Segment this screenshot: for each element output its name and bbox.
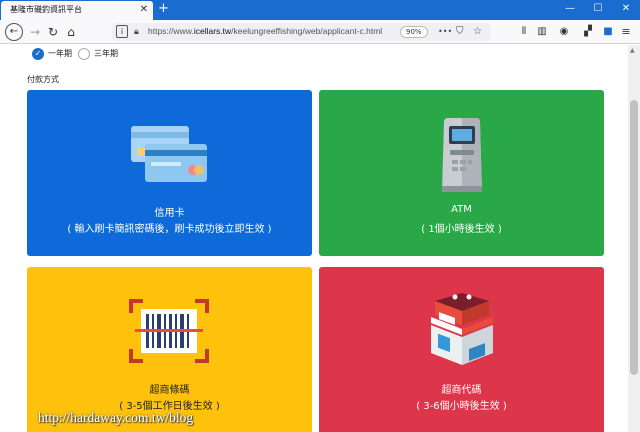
pocket-icon[interactable]: ⛉	[456, 25, 464, 39]
browser-tab[interactable]: 基隆市磯釣資訊平台 ✕	[1, 1, 153, 20]
payment-section-label: 付款方式	[27, 75, 59, 84]
barcode-scan-icon	[129, 299, 209, 363]
page-info-icon[interactable]: i	[116, 25, 128, 38]
close-window-button[interactable]: ✕	[612, 2, 640, 16]
new-tab-button[interactable]: +	[158, 1, 169, 17]
home-icon[interactable]: ⌂	[63, 24, 79, 40]
payment-card-credit[interactable]: 信用卡 ( 輸入刷卡簡訊密碼後，刷卡成功後立即生效 )	[27, 90, 312, 256]
lock-icon[interactable]: 🔒︎	[134, 26, 139, 38]
payment-card-subtitle: ( 1個小時後生效 )	[421, 224, 502, 235]
menu-icon[interactable]: ≡	[618, 24, 634, 40]
extensions-icon[interactable]: ▞	[580, 24, 596, 40]
url-text[interactable]: https://www.icellars.tw/keelungreeffishi…	[148, 26, 382, 36]
page-content: ✓ 一年期 三年期 付款方式 信用卡 ( 輸入刷卡簡訊密碼後，刷卡成功後立即生效…	[0, 45, 628, 432]
credit-card-icon	[131, 126, 207, 182]
maximize-button[interactable]: ☐	[584, 2, 612, 16]
payment-card-barcode[interactable]: 超商條碼 ( 3-5個工作日後生效 )	[27, 267, 312, 432]
bookmark-star-icon[interactable]: ☆	[473, 25, 482, 39]
tab-title: 基隆市磯釣資訊平台	[10, 5, 82, 14]
payment-card-subtitle: ( 輸入刷卡簡訊密碼後，刷卡成功後立即生效 )	[67, 224, 272, 235]
page-scrollbar[interactable]: ▲	[628, 45, 640, 432]
sidebar-icon[interactable]: ▥	[534, 24, 550, 40]
radio-label-three-year[interactable]: 三年期	[94, 48, 118, 60]
payment-card-subtitle: ( 3-6個小時後生效 )	[416, 401, 507, 412]
scrollbar-thumb[interactable]	[630, 100, 638, 375]
payment-card-atm[interactable]: ATM ( 1個小時後生效 )	[319, 90, 604, 256]
tab-close-icon[interactable]: ✕	[140, 3, 148, 17]
browser-titlebar: 基隆市磯釣資訊平台 ✕ + — ☐ ✕	[0, 0, 640, 20]
payment-card-title: 超商代碼	[441, 385, 482, 396]
extension-icon[interactable]: ■	[600, 24, 616, 40]
payment-card-title: 超商條碼	[149, 385, 190, 396]
radio-three-year[interactable]	[78, 48, 90, 60]
page-actions-icon[interactable]: •••	[438, 25, 452, 39]
payment-card-title: ATM	[451, 204, 472, 215]
radio-one-year[interactable]: ✓	[32, 48, 44, 60]
watermark-url: http://hardaway.com.tw/blog	[38, 410, 194, 425]
payment-card-title: 信用卡	[154, 208, 185, 219]
browser-toolbar: ← → ↻ ⌂ i 🔒︎ https://www.icellars.tw/kee…	[0, 20, 640, 44]
radio-label-one-year[interactable]: 一年期	[48, 48, 72, 60]
minimize-button[interactable]: —	[556, 2, 584, 16]
reload-button[interactable]: ↻	[45, 24, 61, 40]
back-button[interactable]: ←	[5, 23, 23, 41]
shop-icon	[431, 293, 493, 365]
address-bar[interactable]: i 🔒︎ https://www.icellars.tw/keelungreef…	[112, 23, 490, 41]
payment-card-store-code[interactable]: 超商代碼 ( 3-6個小時後生效 )	[319, 267, 604, 432]
atm-icon	[442, 118, 482, 192]
account-icon[interactable]: ◉	[556, 24, 572, 40]
zoom-level-badge[interactable]: 90%	[400, 26, 428, 38]
library-icon[interactable]: ⫴	[516, 24, 532, 40]
forward-button[interactable]: →	[27, 24, 43, 40]
scroll-up-icon[interactable]: ▲	[630, 47, 635, 54]
